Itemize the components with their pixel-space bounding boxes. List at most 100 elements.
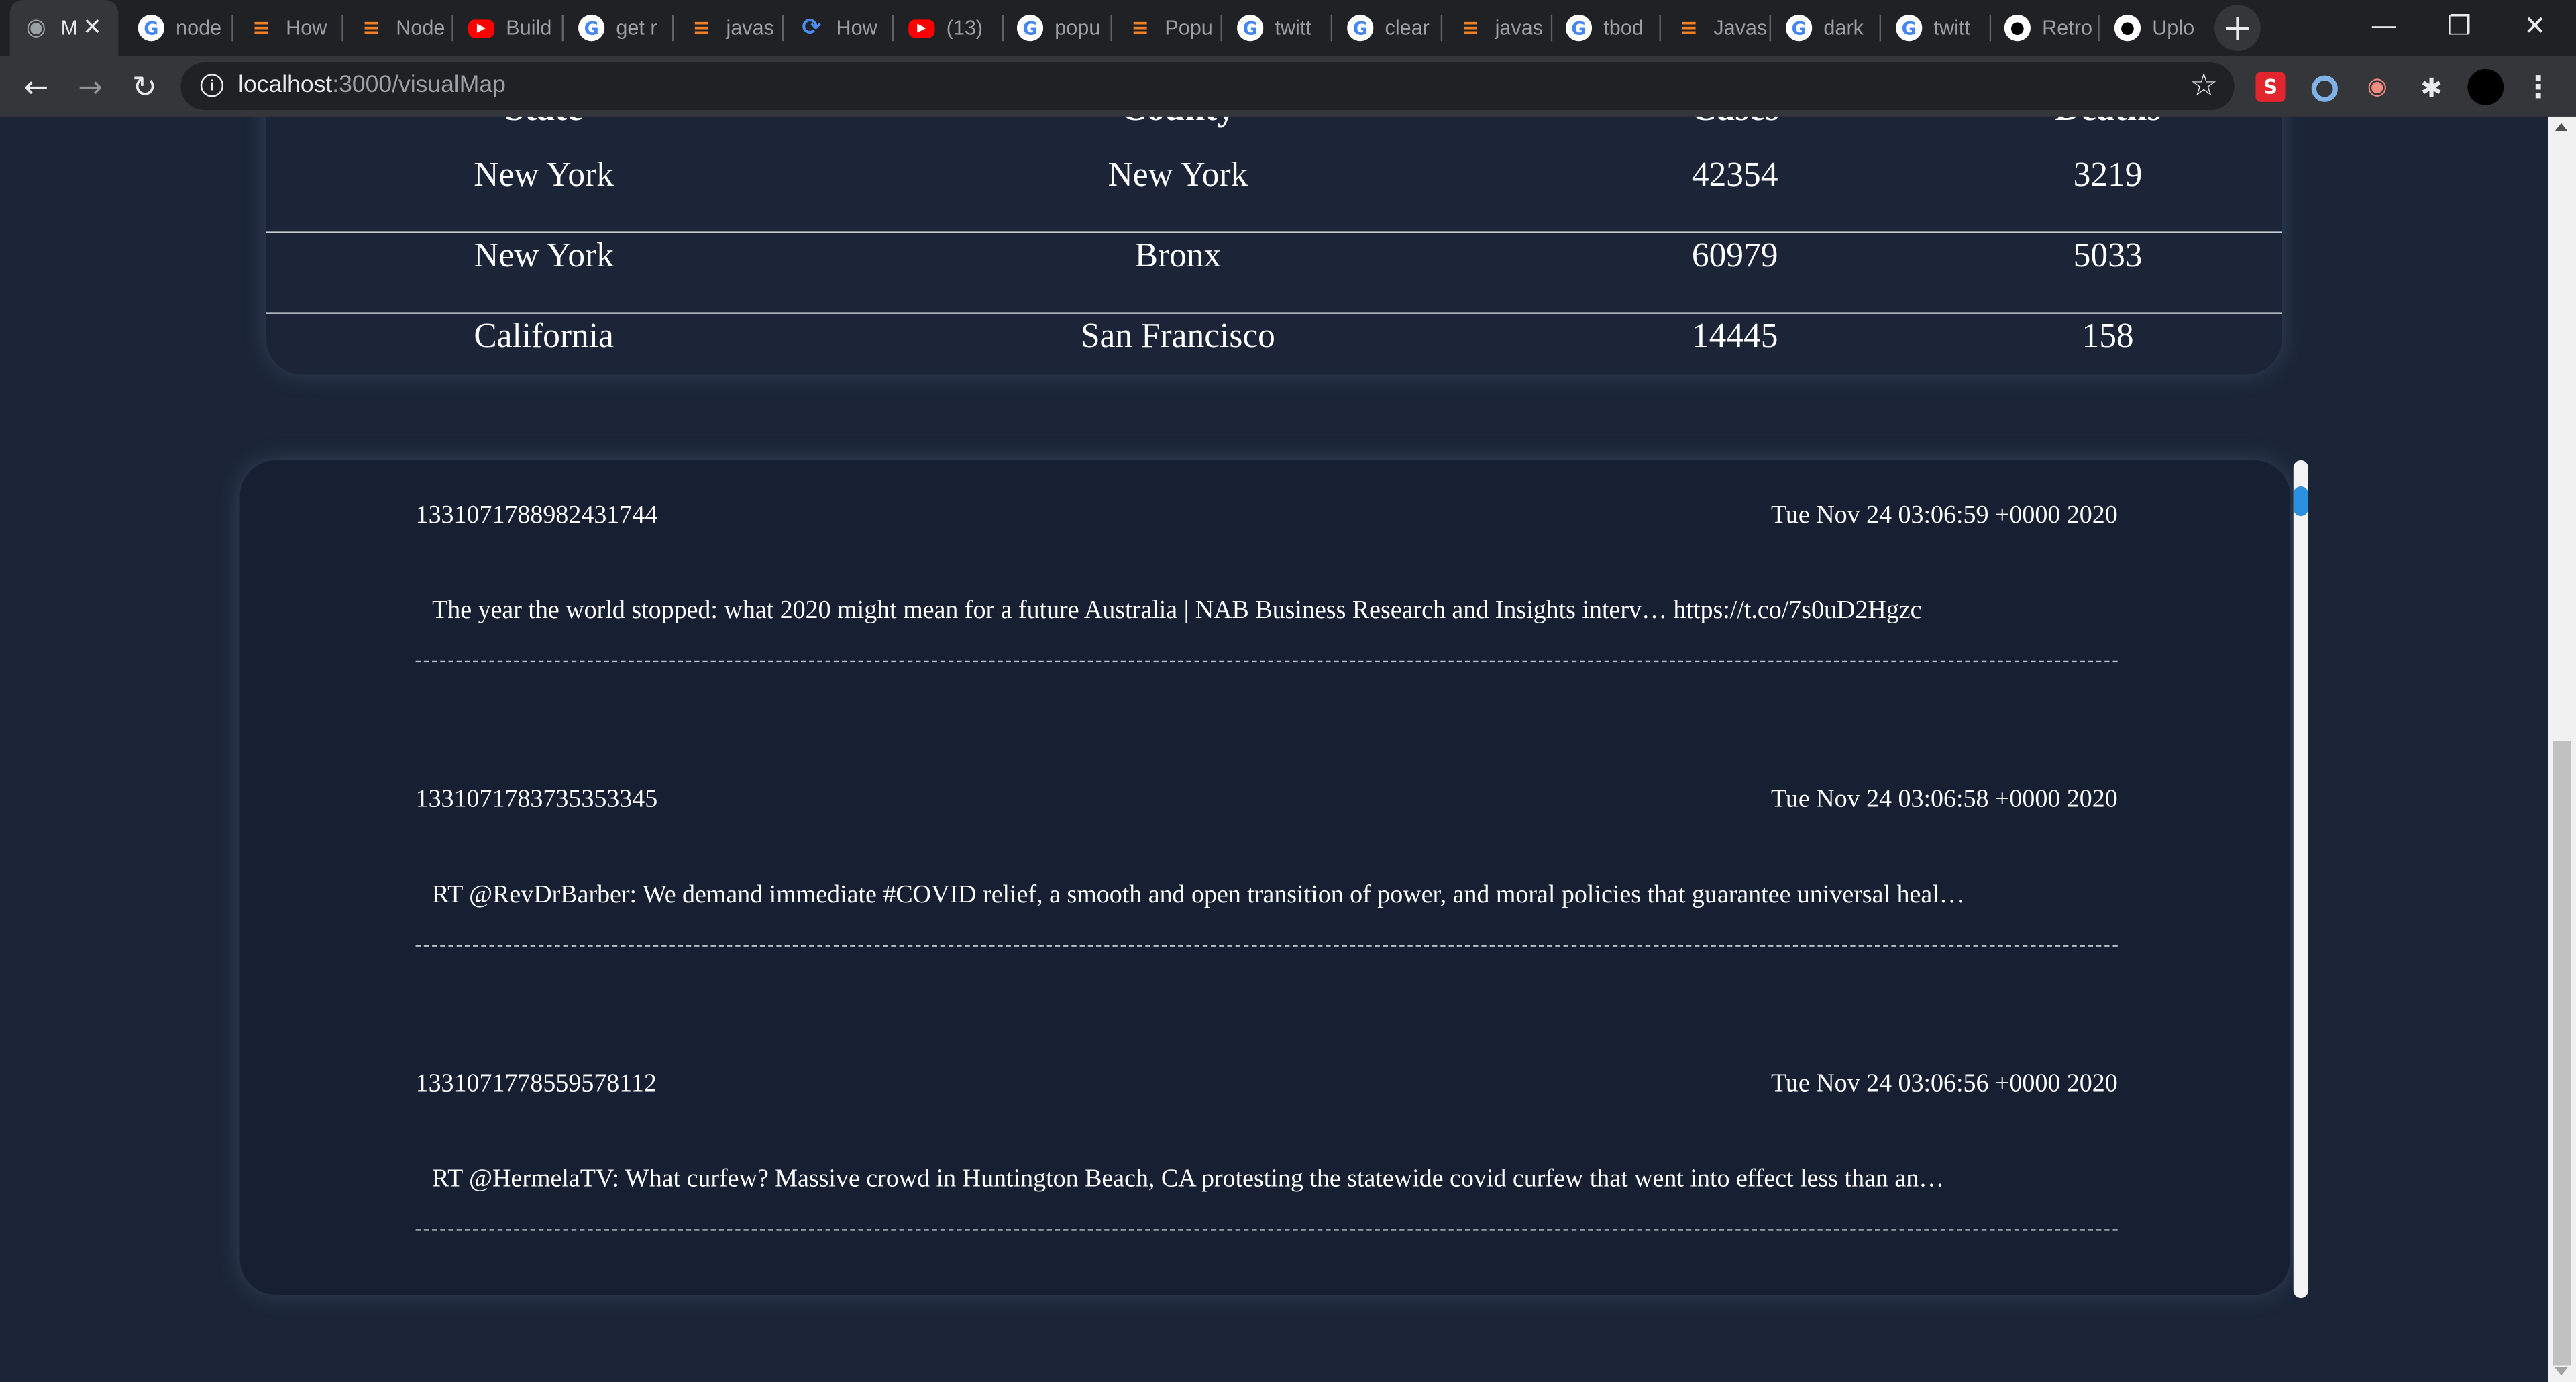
page-scroll-thumb[interactable] xyxy=(2553,741,2571,1366)
tweet-id: 1331071788982431744 xyxy=(415,501,658,529)
table-cell-deaths: 5033 xyxy=(2073,235,2143,275)
tab[interactable]: ● Retro xyxy=(1991,0,2100,56)
google-icon: G xyxy=(578,15,605,42)
forward-arrow-icon[interactable]: → xyxy=(67,64,113,111)
profile-avatar[interactable] xyxy=(2467,68,2504,105)
google-icon: G xyxy=(1237,15,1264,42)
tweet-text: RT @RevDrBarber: We demand immediate #CO… xyxy=(432,880,1965,909)
google-icon: G xyxy=(1016,15,1044,42)
google-icon: G xyxy=(1786,15,1813,42)
tab[interactable]: ≡ Popu xyxy=(1114,0,1223,56)
tweet-text: RT @HermelaTV: What curfew? Massive crow… xyxy=(432,1165,1945,1193)
tab-title: node xyxy=(176,16,222,40)
covid-table: State County Cases Deaths New York New Y… xyxy=(266,116,2282,375)
new-tab-button[interactable]: + xyxy=(2214,5,2261,51)
google-icon: G xyxy=(138,15,164,42)
github-icon: ● xyxy=(2004,15,2031,42)
site-info-icon[interactable]: i xyxy=(200,74,224,97)
table-cell-county: Bronx xyxy=(1134,235,1222,275)
tab-active[interactable]: ◉ M ✕ xyxy=(9,0,119,56)
table-header-deaths: Deaths xyxy=(1943,117,2272,130)
glasses-extension-icon[interactable]: ◉ xyxy=(2363,72,2392,102)
tab-title: (13) xyxy=(946,16,983,40)
ring-extension-icon[interactable] xyxy=(2311,75,2338,102)
address-bar[interactable]: i localhost:3000/visualMap ☆ xyxy=(180,62,2235,111)
globe-icon: ◉ xyxy=(25,15,46,42)
stackoverflow-icon: ≡ xyxy=(1461,15,1480,41)
tab-strip: ◉ M ✕ G node ≡ How ≡ Node ▶ Build G get … xyxy=(0,0,2576,56)
back-arrow-icon[interactable]: ← xyxy=(13,64,60,111)
tab[interactable]: ≡ Node xyxy=(345,0,453,56)
table-cell-deaths: 3219 xyxy=(2073,154,2143,195)
tab[interactable]: ▶ (13) xyxy=(896,0,1004,56)
s-extension-icon[interactable]: S xyxy=(2255,72,2286,102)
url-text[interactable]: localhost:3000/visualMap xyxy=(238,72,506,99)
tweet-date: Tue Nov 24 03:06:58 +0000 2020 xyxy=(1771,785,2118,814)
tab[interactable]: G tbod xyxy=(1552,0,1661,56)
tweet-feed-scrollbar[interactable] xyxy=(2293,460,2308,1299)
table-header-state: State xyxy=(380,117,708,130)
tab[interactable]: G clear xyxy=(1334,0,1443,56)
tab[interactable]: G twitt xyxy=(1224,0,1333,56)
tab[interactable]: ● Uplo xyxy=(2101,0,2210,56)
table-cell-county: San Francisco xyxy=(1080,315,1275,356)
stackoverflow-icon: ≡ xyxy=(362,15,380,41)
youtube-icon: ▶ xyxy=(468,19,495,38)
stackoverflow-icon: ≡ xyxy=(1131,15,1149,41)
tab-title: twitt xyxy=(1275,16,1311,40)
github-icon: ● xyxy=(2114,15,2141,42)
bookmark-star-icon[interactable]: ☆ xyxy=(2190,67,2218,103)
minimize-icon[interactable]: — xyxy=(2346,0,2422,49)
table-header-cases: Cases xyxy=(1570,117,1899,130)
tab-title: How xyxy=(836,16,877,40)
tab[interactable]: ≡ Javas xyxy=(1662,0,1772,56)
restore-icon[interactable]: ❐ xyxy=(2422,0,2498,49)
table-header-county: County xyxy=(1014,117,1342,130)
scroll-down-arrow-icon[interactable] xyxy=(2555,1367,2568,1376)
tab[interactable]: G get r xyxy=(565,0,674,56)
reload-icon[interactable]: ↻ xyxy=(121,64,168,111)
more-menu-icon[interactable]: ⋮ xyxy=(2524,70,2553,104)
tab[interactable]: ≡ javas xyxy=(1444,0,1553,56)
tab-title: dark xyxy=(1823,16,1864,40)
tweet-id: 1331071783735353345 xyxy=(415,785,658,814)
google-icon: G xyxy=(1565,15,1593,42)
table-cell-cases: 42354 xyxy=(1691,154,1778,195)
tab-title: Javas xyxy=(1713,16,1768,40)
tweet-divider xyxy=(415,660,2118,663)
tab[interactable]: ≡ How xyxy=(235,0,343,56)
tweet-feed-scroll-thumb[interactable] xyxy=(2293,486,2308,517)
tab[interactable]: ⟳ How xyxy=(786,0,894,56)
tab[interactable]: G node xyxy=(125,0,233,56)
tab-title: Node xyxy=(396,16,445,40)
digitalocean-icon: ⟳ xyxy=(802,15,822,42)
tab-title: M xyxy=(60,16,78,40)
tweet-feed[interactable]: 1331071788982431744 Tue Nov 24 03:06:59 … xyxy=(239,460,2290,1295)
close-window-icon[interactable]: ✕ xyxy=(2497,0,2573,49)
table-cell-state: California xyxy=(474,315,614,356)
tab-title: How xyxy=(286,16,327,40)
tab-title: twitt xyxy=(1933,16,1970,40)
page-scrollbar[interactable] xyxy=(2548,116,2576,1382)
browser-window: ◉ M ✕ G node ≡ How ≡ Node ▶ Build G get … xyxy=(0,0,2576,1382)
tab-title: Retro xyxy=(2042,16,2092,40)
scroll-up-arrow-icon[interactable] xyxy=(2555,123,2568,131)
tweet-date: Tue Nov 24 03:06:56 +0000 2020 xyxy=(1771,1069,2118,1098)
tab[interactable]: G twitt xyxy=(1883,0,1992,56)
table-cell-cases: 14445 xyxy=(1691,315,1778,356)
tab[interactable]: G dark xyxy=(1772,0,1882,56)
page-viewport: State County Cases Deaths New York New Y… xyxy=(0,116,2548,1382)
table-cell-state: New York xyxy=(474,235,614,275)
tab-title: clear xyxy=(1385,16,1430,40)
stackoverflow-icon: ≡ xyxy=(692,15,711,41)
tweet-divider xyxy=(415,945,2118,947)
close-tab-icon[interactable]: ✕ xyxy=(83,15,102,41)
tab[interactable]: G popu xyxy=(1004,0,1112,56)
puzzle-icon[interactable]: ✱ xyxy=(2416,72,2446,103)
tab-title: get r xyxy=(616,16,657,40)
tab-title: javas xyxy=(726,16,774,40)
tab[interactable]: ≡ javas xyxy=(676,0,784,56)
tab[interactable]: ▶ Build xyxy=(455,0,564,56)
tab-title: Build xyxy=(506,16,552,40)
tweet-text: The year the world stopped: what 2020 mi… xyxy=(432,596,1922,625)
